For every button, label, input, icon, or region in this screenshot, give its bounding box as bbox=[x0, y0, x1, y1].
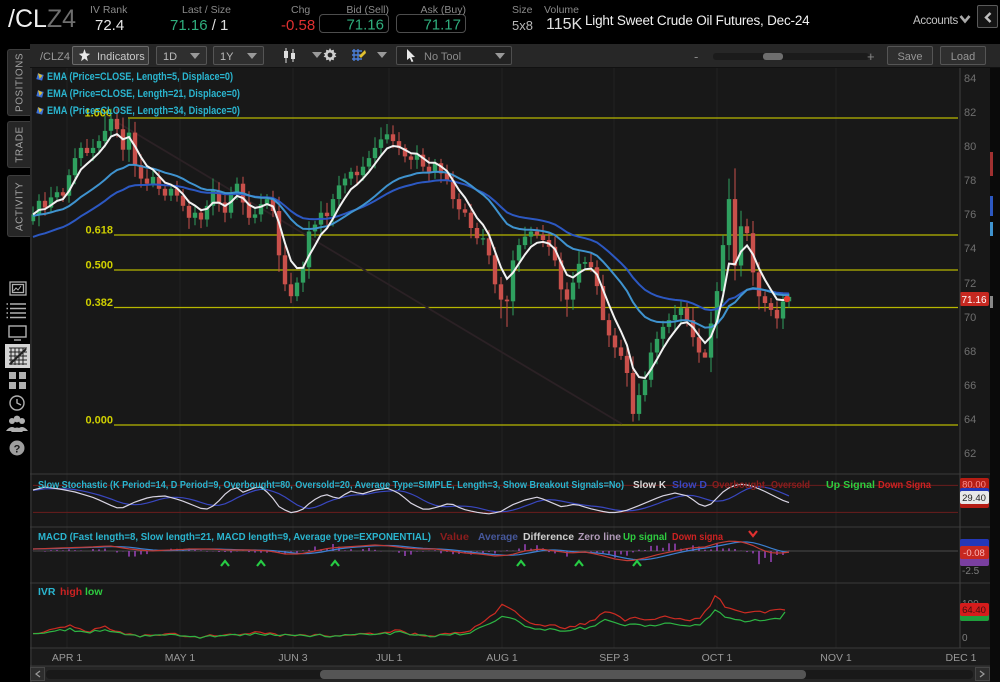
svg-text:80: 80 bbox=[964, 141, 976, 153]
svg-text:78: 78 bbox=[964, 175, 976, 187]
svg-text:66: 66 bbox=[964, 380, 976, 392]
svg-text:Up Signal: Up Signal bbox=[826, 479, 875, 491]
svg-text:72: 72 bbox=[964, 278, 976, 290]
svg-text:Zero line: Zero line bbox=[578, 531, 621, 543]
svg-text:71.16: 71.16 bbox=[961, 295, 986, 306]
svg-text:Down signa: Down signa bbox=[672, 531, 723, 543]
svg-text:OCT 1: OCT 1 bbox=[702, 652, 733, 664]
svg-text:EMA (Price=CLOSE, Length=21, D: EMA (Price=CLOSE, Length=21, Displace=0) bbox=[47, 88, 240, 100]
svg-text:IVR: IVR bbox=[38, 586, 56, 598]
svg-text:0: 0 bbox=[962, 633, 968, 644]
svg-text:0.000: 0.000 bbox=[85, 415, 113, 427]
svg-text:low: low bbox=[85, 586, 103, 598]
svg-text:MAY 1: MAY 1 bbox=[165, 652, 196, 664]
svg-text:82: 82 bbox=[964, 107, 976, 119]
svg-text:EMA (Price=CLOSE, Length=5, Di: EMA (Price=CLOSE, Length=5, Displace=0) bbox=[47, 71, 233, 83]
svg-text:JUL 1: JUL 1 bbox=[375, 652, 402, 664]
svg-text:EMA (Price=CLOSE, Length=34, D: EMA (Price=CLOSE, Length=34, Displace=0) bbox=[47, 105, 240, 117]
svg-text:Oversold: Oversold bbox=[771, 479, 810, 491]
svg-text:Slow Stochastic (K Period=14,: Slow Stochastic (K Period=14, D Period=9… bbox=[38, 479, 624, 491]
svg-text:84: 84 bbox=[964, 73, 976, 85]
svg-text:Average: Average bbox=[478, 531, 518, 543]
svg-text:Slow D: Slow D bbox=[672, 479, 707, 491]
svg-text:76: 76 bbox=[964, 209, 976, 221]
svg-text:Up signal: Up signal bbox=[623, 531, 667, 543]
svg-text:SEP 3: SEP 3 bbox=[599, 652, 629, 664]
svg-text:Value: Value bbox=[440, 531, 469, 543]
svg-text:?: ? bbox=[14, 444, 21, 456]
svg-text:Slow K: Slow K bbox=[633, 479, 666, 491]
svg-text:MACD (Fast length=8, Slow leng: MACD (Fast length=8, Slow length=21, MAC… bbox=[38, 531, 431, 543]
svg-text:JUN 3: JUN 3 bbox=[278, 652, 307, 664]
svg-text:64: 64 bbox=[964, 414, 976, 426]
svg-text:74: 74 bbox=[964, 243, 976, 255]
svg-text:0.382: 0.382 bbox=[85, 297, 113, 309]
svg-text:70: 70 bbox=[964, 312, 976, 324]
svg-text:-2.5: -2.5 bbox=[962, 566, 980, 577]
svg-text:AUG 1: AUG 1 bbox=[486, 652, 518, 664]
svg-text:NOV 1: NOV 1 bbox=[820, 652, 852, 664]
svg-text:Overbought: Overbought bbox=[712, 479, 765, 491]
svg-text:62: 62 bbox=[964, 448, 976, 460]
svg-text:-0.08: -0.08 bbox=[963, 548, 985, 559]
svg-text:29.40: 29.40 bbox=[962, 493, 986, 504]
svg-text:high: high bbox=[60, 586, 82, 598]
svg-text:APR 1: APR 1 bbox=[52, 652, 83, 664]
svg-text:Difference: Difference bbox=[523, 531, 574, 543]
svg-text:DEC 1: DEC 1 bbox=[946, 652, 977, 664]
svg-text:0.618: 0.618 bbox=[85, 225, 113, 237]
svg-text:0.500: 0.500 bbox=[85, 260, 113, 272]
svg-text:64.40: 64.40 bbox=[962, 605, 986, 616]
svg-text:68: 68 bbox=[964, 346, 976, 358]
svg-text:Down Signa: Down Signa bbox=[878, 479, 931, 491]
